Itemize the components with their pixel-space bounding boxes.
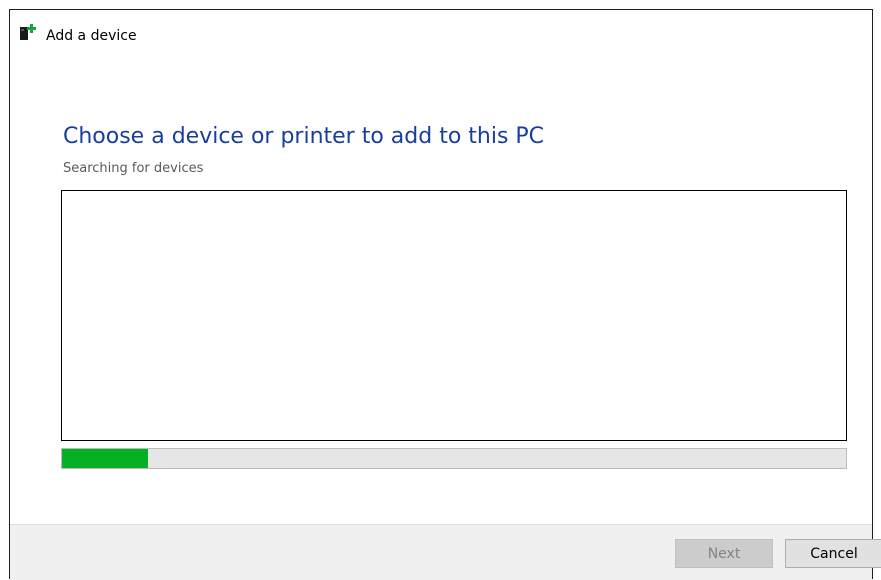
device-list[interactable] (61, 190, 847, 441)
search-progress-fill (62, 449, 149, 468)
title-bar: Add a device (10, 10, 872, 50)
search-progress-bar (61, 448, 847, 469)
window-title: Add a device (46, 28, 137, 44)
add-device-window: Add a device Choose a device or printer … (9, 9, 881, 580)
cancel-button[interactable]: Cancel (785, 539, 881, 568)
dialog-footer: Next Cancel (10, 524, 881, 580)
page-heading: Choose a device or printer to add to thi… (63, 124, 545, 149)
search-status-text: Searching for devices (63, 161, 204, 176)
next-button[interactable]: Next (675, 539, 773, 568)
add-device-icon (19, 24, 37, 42)
